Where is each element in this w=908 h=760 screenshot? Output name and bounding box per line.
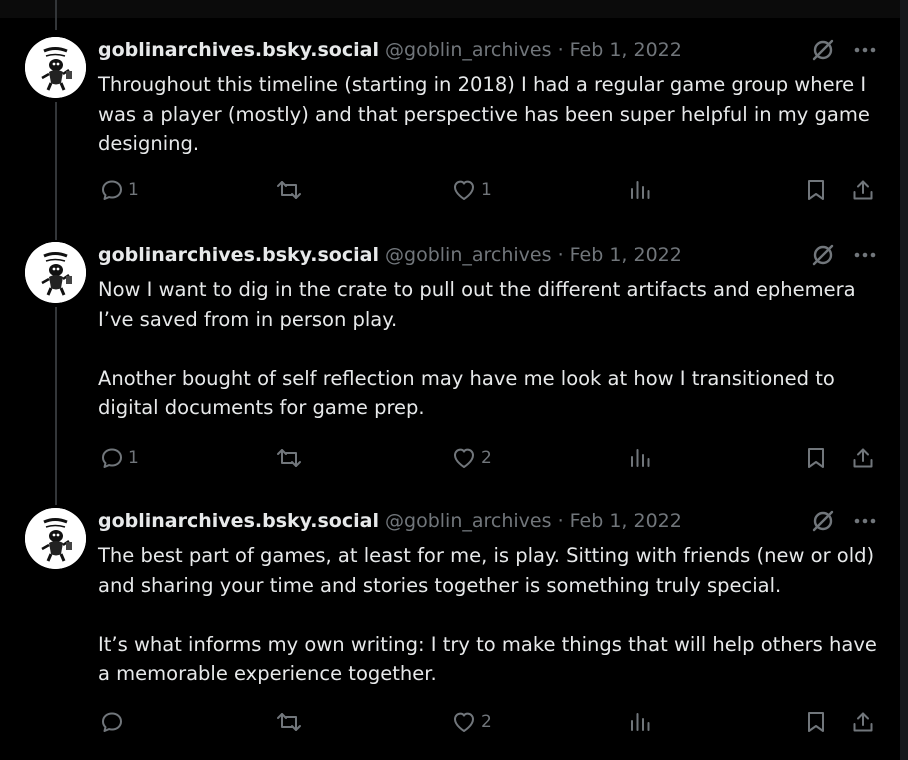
post-item[interactable]: goblinarchives.bsky.social @goblin_archi…	[0, 508, 900, 743]
analytics-icon	[631, 181, 650, 199]
post-header: goblinarchives.bsky.social @goblin_archi…	[98, 242, 682, 268]
share-button[interactable]	[851, 446, 875, 470]
goblin-avatar-image	[25, 37, 86, 98]
post-header: goblinarchives.bsky.social @goblin_archi…	[98, 37, 682, 63]
reply-button[interactable]: 1	[100, 446, 139, 470]
post-paragraph: Now I want to dig in the crate to pull o…	[98, 278, 856, 331]
share-button[interactable]	[851, 710, 875, 734]
share-icon	[853, 448, 873, 468]
bookmark-button[interactable]	[805, 710, 827, 734]
no-pin-icon[interactable]	[810, 242, 836, 268]
header-actions	[810, 508, 876, 534]
header-actions	[810, 37, 876, 63]
bookmark-icon	[808, 448, 824, 468]
like-button[interactable]: 2	[451, 446, 492, 470]
handle[interactable]: @goblin_archives	[385, 244, 551, 266]
share-icon	[853, 180, 873, 200]
like-button[interactable]: 2	[451, 710, 492, 734]
bookmark-icon	[808, 180, 824, 200]
avatar[interactable]	[25, 508, 86, 569]
handle[interactable]: @goblin_archives	[385, 510, 551, 532]
analytics-icon	[631, 449, 650, 467]
post-text: Throughout this timeline (starting in 20…	[98, 70, 888, 159]
avatar[interactable]	[25, 242, 86, 303]
reply-count: 1	[128, 448, 139, 468]
thread-timeline: goblinarchives.bsky.social @goblin_archi…	[0, 0, 900, 760]
repost-icon	[277, 713, 301, 731]
analytics-icon	[631, 713, 650, 731]
heart-icon	[454, 712, 474, 732]
more-options-icon[interactable]	[854, 518, 876, 524]
thread-connector-line	[55, 0, 57, 30]
views-button[interactable]	[628, 446, 652, 470]
reply-icon	[102, 448, 122, 468]
post-paragraph: It’s what informs my own writing: I try …	[98, 632, 877, 686]
heart-icon	[454, 448, 474, 468]
avatar[interactable]	[25, 37, 86, 98]
post-date[interactable]: Feb 1, 2022	[570, 510, 682, 532]
separator-dot: ·	[557, 244, 564, 266]
goblin-avatar-image	[25, 242, 86, 303]
post-text: Now I want to dig in the crate to pull o…	[98, 275, 888, 423]
post-paragraph: Another bought of self reflection may ha…	[98, 366, 835, 420]
bookmark-button[interactable]	[805, 446, 827, 470]
header-actions	[810, 242, 876, 268]
post-paragraph: The best part of games, at least for me,…	[98, 544, 875, 597]
more-options-icon[interactable]	[854, 252, 876, 258]
bookmark-button[interactable]	[805, 178, 827, 202]
views-button[interactable]	[628, 178, 652, 202]
reply-count: 1	[128, 180, 139, 200]
post-date[interactable]: Feb 1, 2022	[570, 244, 682, 266]
display-name[interactable]: goblinarchives.bsky.social	[98, 510, 379, 532]
reply-icon	[102, 712, 122, 732]
post-paragraph: Throughout this timeline (starting in 20…	[98, 73, 870, 155]
repost-button[interactable]	[275, 446, 307, 470]
share-button[interactable]	[851, 178, 875, 202]
handle[interactable]: @goblin_archives	[385, 39, 551, 61]
post-date[interactable]: Feb 1, 2022	[570, 39, 682, 61]
post-text: The best part of games, at least for me,…	[98, 541, 888, 689]
views-button[interactable]	[628, 710, 652, 734]
display-name[interactable]: goblinarchives.bsky.social	[98, 244, 379, 266]
display-name[interactable]: goblinarchives.bsky.social	[98, 39, 379, 61]
more-options-icon[interactable]	[854, 47, 876, 53]
heart-icon	[454, 180, 474, 200]
no-pin-icon[interactable]	[810, 508, 836, 534]
like-count: 1	[481, 180, 492, 200]
reply-icon	[102, 180, 122, 200]
repost-button[interactable]	[275, 178, 307, 202]
repost-button[interactable]	[275, 710, 307, 734]
separator-dot: ·	[557, 39, 564, 61]
bookmark-icon	[808, 712, 824, 732]
like-button[interactable]: 1	[451, 178, 492, 202]
post-item[interactable]: goblinarchives.bsky.social @goblin_archi…	[0, 242, 900, 477]
like-count: 2	[481, 448, 492, 468]
repost-icon	[277, 181, 301, 199]
like-count: 2	[481, 712, 492, 732]
goblin-avatar-image	[25, 508, 86, 569]
reply-button[interactable]: 1	[100, 178, 139, 202]
no-pin-icon[interactable]	[810, 37, 836, 63]
repost-icon	[277, 449, 301, 467]
separator-dot: ·	[557, 510, 564, 532]
post-header: goblinarchives.bsky.social @goblin_archi…	[98, 508, 682, 534]
reply-button[interactable]	[100, 710, 128, 734]
share-icon	[853, 712, 873, 732]
scrollbar-track[interactable]	[900, 0, 908, 760]
post-item[interactable]: goblinarchives.bsky.social @goblin_archi…	[0, 37, 900, 212]
